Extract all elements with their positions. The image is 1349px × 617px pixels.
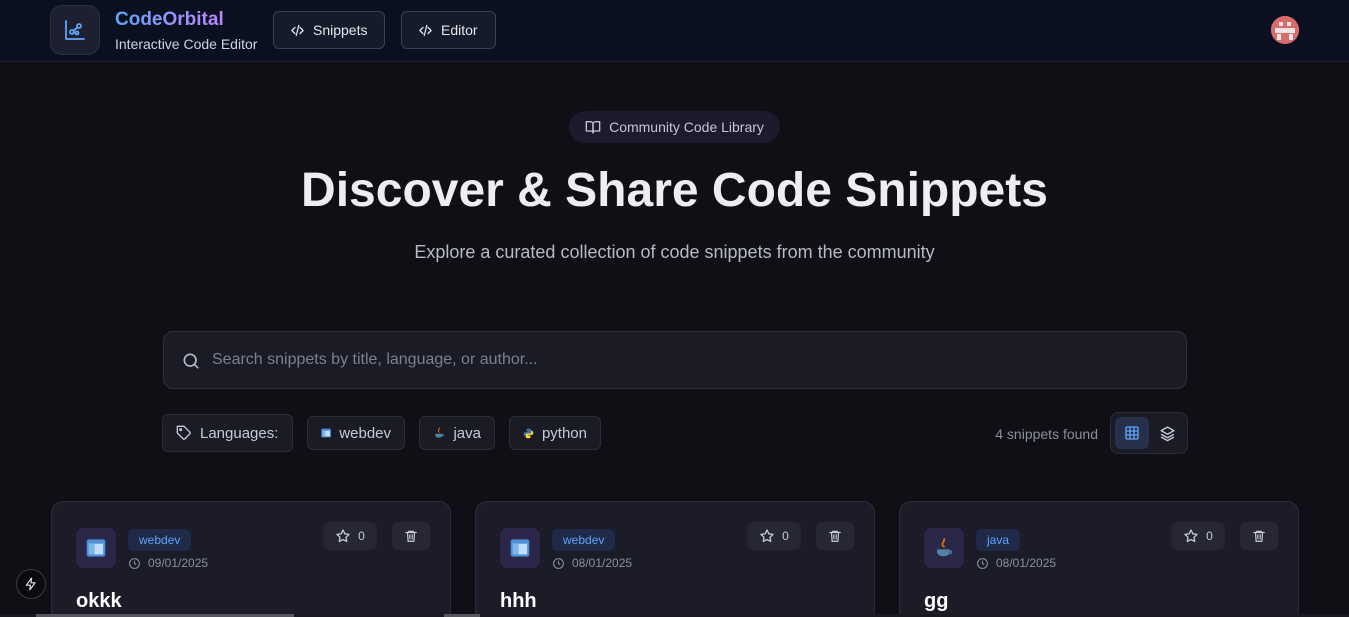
nav-snippets-button[interactable]: Snippets bbox=[273, 11, 385, 49]
filter-chip-label: java bbox=[453, 424, 481, 442]
star-icon bbox=[760, 529, 774, 543]
webdev-icon bbox=[500, 528, 540, 568]
star-button[interactable]: 0 bbox=[1171, 522, 1225, 550]
search-bar bbox=[163, 331, 1187, 389]
snippet-card[interactable]: webdev 08/01/2025 0 hhh bbox=[475, 501, 875, 617]
grid-view-button[interactable] bbox=[1115, 417, 1149, 449]
grid-icon bbox=[1125, 426, 1139, 440]
trash-icon bbox=[405, 530, 417, 542]
filter-chip-java[interactable]: java bbox=[419, 416, 495, 450]
star-count: 0 bbox=[1206, 529, 1213, 543]
clock-icon bbox=[129, 557, 140, 569]
snippet-date: 09/01/2025 bbox=[128, 556, 208, 570]
languages-label: Languages: bbox=[162, 414, 293, 452]
snippet-date-text: 09/01/2025 bbox=[148, 556, 209, 570]
language-tag[interactable]: webdev bbox=[128, 529, 192, 551]
webdev-icon bbox=[76, 528, 116, 568]
list-view-button[interactable] bbox=[1150, 417, 1184, 449]
brand-name[interactable]: CodeOrbital bbox=[115, 9, 224, 31]
star-count: 0 bbox=[782, 529, 789, 543]
java-icon bbox=[435, 427, 444, 438]
star-button[interactable]: 0 bbox=[323, 522, 377, 550]
star-button[interactable]: 0 bbox=[747, 522, 801, 550]
snippet-date: 08/01/2025 bbox=[552, 556, 632, 570]
clock-icon bbox=[977, 557, 988, 569]
snippet-card[interactable]: java 08/01/2025 0 gg bbox=[899, 501, 1299, 617]
snippet-title: okkk bbox=[76, 590, 122, 612]
star-icon bbox=[336, 529, 350, 543]
chart-network-icon bbox=[65, 20, 85, 40]
delete-button[interactable] bbox=[1240, 522, 1278, 550]
page-title: Discover & Share Code Snippets bbox=[301, 164, 1048, 217]
snippet-date: 08/01/2025 bbox=[976, 556, 1056, 570]
top-navbar: CodeOrbital Interactive Code Editor Snip… bbox=[0, 0, 1349, 62]
languages-label-text: Languages: bbox=[200, 424, 279, 442]
webdev-icon bbox=[321, 428, 331, 438]
view-toggle bbox=[1110, 412, 1188, 454]
trash-icon bbox=[1253, 530, 1265, 542]
clock-icon bbox=[553, 557, 564, 569]
java-icon bbox=[924, 528, 964, 568]
badge-label: Community Code Library bbox=[609, 119, 764, 135]
language-tag[interactable]: webdev bbox=[552, 529, 616, 551]
code-icon bbox=[419, 24, 432, 36]
search-icon bbox=[183, 353, 199, 369]
user-avatar[interactable] bbox=[1271, 16, 1299, 44]
nav-editor-label: Editor bbox=[441, 22, 478, 38]
filter-chip-webdev[interactable]: webdev bbox=[307, 416, 405, 450]
results-count: 4 snippets found bbox=[995, 426, 1098, 442]
snippet-title: hhh bbox=[500, 590, 537, 612]
book-open-icon bbox=[585, 121, 601, 134]
code-icon bbox=[291, 24, 304, 36]
snippet-date-text: 08/01/2025 bbox=[996, 556, 1057, 570]
filter-chip-label: python bbox=[541, 424, 587, 442]
search-input[interactable] bbox=[212, 332, 1172, 388]
snippet-card[interactable]: webdev 09/01/2025 0 okkk bbox=[51, 501, 451, 617]
language-tag[interactable]: java bbox=[976, 529, 1021, 551]
python-icon bbox=[523, 428, 534, 438]
quick-action-button[interactable] bbox=[16, 569, 46, 599]
nav-snippets-label: Snippets bbox=[313, 22, 368, 38]
star-count: 0 bbox=[358, 529, 365, 543]
tag-icon bbox=[176, 425, 191, 440]
nav-editor-button[interactable]: Editor bbox=[401, 11, 496, 49]
brand-tagline: Interactive Code Editor bbox=[115, 36, 258, 52]
snippet-title: gg bbox=[924, 590, 949, 612]
delete-button[interactable] bbox=[816, 522, 854, 550]
community-badge: Community Code Library bbox=[569, 111, 780, 143]
delete-button[interactable] bbox=[392, 522, 430, 550]
logo[interactable] bbox=[50, 5, 100, 55]
trash-icon bbox=[829, 530, 841, 542]
star-icon bbox=[1184, 529, 1198, 543]
lightning-icon bbox=[25, 577, 36, 591]
layers-icon bbox=[1159, 425, 1175, 441]
page-subtitle: Explore a curated collection of code sni… bbox=[414, 242, 935, 262]
filter-chip-python[interactable]: python bbox=[509, 416, 601, 450]
filter-chip-label: webdev bbox=[339, 424, 391, 442]
snippet-date-text: 08/01/2025 bbox=[572, 556, 633, 570]
